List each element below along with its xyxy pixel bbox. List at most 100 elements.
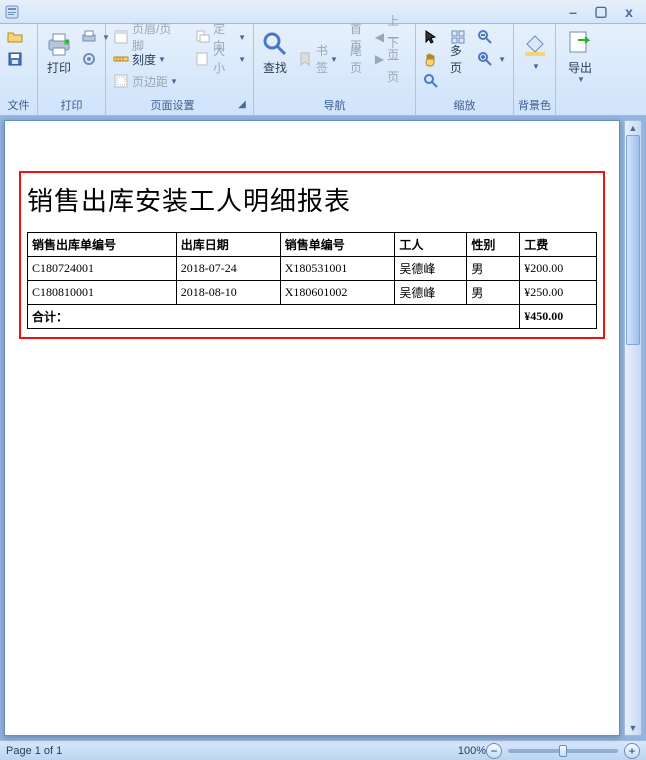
table-header: 销售出库单编号 xyxy=(28,233,177,257)
group-export: 导出 ▼ xyxy=(556,24,604,115)
maximize-button[interactable]: ▢ xyxy=(588,4,614,20)
scroll-thumb[interactable] xyxy=(626,135,640,345)
scroll-down-arrow[interactable]: ▼ xyxy=(625,721,641,735)
zoom-minus-button[interactable]: − xyxy=(486,743,502,759)
orientation-icon xyxy=(194,29,210,45)
table-cell: 吴德峰 xyxy=(395,257,467,281)
group-file: 文件 xyxy=(0,24,38,115)
group-export-label xyxy=(559,112,601,115)
hand-button[interactable] xyxy=(419,48,446,70)
table-header: 性别 xyxy=(467,233,520,257)
group-file-label: 文件 xyxy=(3,96,34,115)
table-header: 工费 xyxy=(520,233,597,257)
gear-icon xyxy=(81,51,97,67)
export-button[interactable]: 导出 ▼ xyxy=(559,26,601,94)
zoom-plus-button[interactable]: + xyxy=(624,743,640,759)
close-button[interactable]: x xyxy=(616,4,642,20)
chevron-down-icon: ▼ xyxy=(498,55,506,64)
report-table: 销售出库单编号出库日期销售单编号工人性别工费 C1807240012018-07… xyxy=(27,232,597,329)
printer-icon xyxy=(43,28,75,60)
ruler-button[interactable]: 刻度▼ xyxy=(109,48,186,70)
ruler-icon xyxy=(113,51,129,67)
print-button[interactable]: 打印 xyxy=(41,26,77,94)
zoom-out-icon xyxy=(477,29,493,45)
table-cell: C180810001 xyxy=(28,281,177,305)
zoom-slider[interactable] xyxy=(508,749,618,753)
page-size-icon xyxy=(194,51,210,67)
workspace: 销售出库安装工人明细报表 销售出库单编号出库日期销售单编号工人性别工费 C180… xyxy=(0,116,646,740)
search-icon xyxy=(259,28,291,60)
table-cell: X180601002 xyxy=(280,281,395,305)
open-button[interactable] xyxy=(3,26,30,48)
chevron-down-icon: ▼ xyxy=(170,77,178,86)
magnifier-icon xyxy=(423,73,439,89)
next-page-button: ▶下一页 xyxy=(371,48,412,70)
save-button[interactable] xyxy=(3,48,30,70)
save-icon xyxy=(7,51,23,67)
chevron-down-icon: ▼ xyxy=(238,55,246,64)
header-footer-icon xyxy=(113,29,129,45)
table-cell: 2018-08-10 xyxy=(176,281,280,305)
table-cell: 男 xyxy=(467,257,520,281)
table-cell: 吴德峰 xyxy=(395,281,467,305)
table-cell: 2018-07-24 xyxy=(176,257,280,281)
margin-button: 页边距▼ xyxy=(109,70,186,92)
chevron-down-icon: ▼ xyxy=(532,62,540,71)
header-footer-button: 页眉/页脚 xyxy=(109,26,186,48)
report-title: 销售出库安装工人明细报表 xyxy=(27,181,597,218)
group-page-setup: 页眉/页脚 刻度▼ 页边距▼ 定向▼ 大小▼ 页面设置◢ xyxy=(106,24,254,115)
vertical-scrollbar[interactable]: ▲ ▼ xyxy=(624,120,642,736)
group-print: 打印 ▼ 打印 xyxy=(38,24,106,115)
scroll-up-arrow[interactable]: ▲ xyxy=(625,121,641,135)
zoom-out-button[interactable] xyxy=(473,26,510,48)
ribbon: 文件 打印 ▼ 打印 页眉/页脚 刻度▼ 页边距▼ 定向▼ 大小▼ xyxy=(0,24,646,116)
chevron-down-icon: ▼ xyxy=(577,75,585,84)
margin-icon xyxy=(113,73,129,89)
group-bgcolor: ▼ 背景色 xyxy=(514,24,556,115)
table-cell: ¥200.00 xyxy=(520,257,597,281)
page-indicator: Page 1 of 1 xyxy=(6,745,62,757)
table-cell: 男 xyxy=(467,281,520,305)
app-icon xyxy=(4,4,20,20)
magnifier-button[interactable] xyxy=(419,70,446,92)
group-zoom: 多页 ▼ 缩放 xyxy=(416,24,514,115)
table-row: C1807240012018-07-24X180531001吴德峰男¥200.0… xyxy=(28,257,597,281)
dialog-launcher-icon[interactable]: ◢ xyxy=(236,99,248,111)
group-nav-label: 导航 xyxy=(257,96,412,115)
table-header: 出库日期 xyxy=(176,233,280,257)
arrow-right-icon: ▶ xyxy=(375,51,384,67)
report-page: 销售出库安装工人明细报表 销售出库单编号出库日期销售单编号工人性别工费 C180… xyxy=(4,120,620,736)
size-button: 大小▼ xyxy=(190,48,250,70)
zoom-slider-knob[interactable] xyxy=(559,745,567,757)
folder-open-icon xyxy=(7,29,23,45)
many-pages-label-button[interactable]: 多页 xyxy=(446,48,473,70)
report-frame: 销售出库安装工人明细报表 销售出库单编号出库日期销售单编号工人性别工费 C180… xyxy=(19,171,605,339)
table-cell: X180531001 xyxy=(280,257,395,281)
zoom-percent: 100% xyxy=(458,745,486,757)
minimize-button[interactable]: – xyxy=(560,4,586,20)
bookmark-icon xyxy=(297,51,313,67)
print-label: 打印 xyxy=(47,62,71,75)
title-bar: – ▢ x xyxy=(0,0,646,24)
total-amount: ¥450.00 xyxy=(520,305,597,329)
bgcolor-button[interactable]: ▼ xyxy=(517,26,553,94)
total-label: 合计： xyxy=(28,305,520,329)
group-print-label: 打印 xyxy=(41,96,102,115)
chevron-down-icon: ▼ xyxy=(238,33,246,42)
status-bar: Page 1 of 1 100% − + xyxy=(0,740,646,760)
export-icon xyxy=(564,28,596,60)
zoom-in-button[interactable]: ▼ xyxy=(473,48,510,70)
group-bgcolor-label: 背景色 xyxy=(517,96,552,115)
quick-print-icon xyxy=(81,29,97,45)
group-zoom-label: 缩放 xyxy=(419,96,510,115)
find-label: 查找 xyxy=(263,62,287,75)
find-button[interactable]: 查找 xyxy=(257,26,293,94)
table-header: 销售单编号 xyxy=(280,233,395,257)
table-row: C1808100012018-08-10X180601002吴德峰男¥250.0… xyxy=(28,281,597,305)
bookmark-button: 书签▼ xyxy=(293,48,342,70)
pointer-button[interactable] xyxy=(419,26,446,48)
last-page-button: 尾页 xyxy=(346,48,367,70)
hand-icon xyxy=(423,51,439,67)
table-cell: ¥250.00 xyxy=(520,281,597,305)
pointer-icon xyxy=(423,29,439,45)
